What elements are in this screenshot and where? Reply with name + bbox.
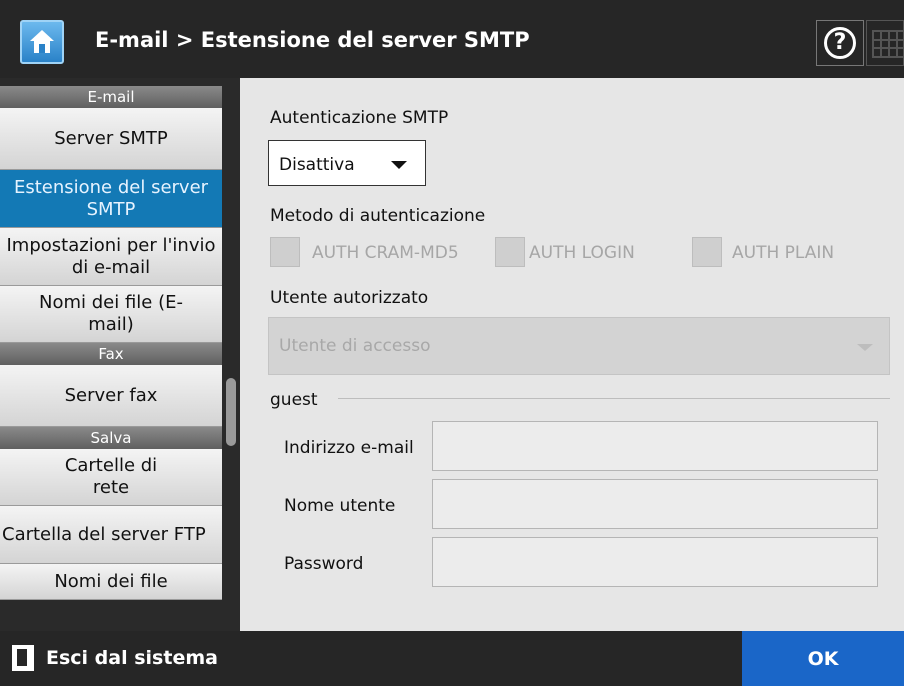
sidebar-item-label: Nomi dei file bbox=[54, 570, 168, 592]
home-button[interactable] bbox=[20, 20, 64, 64]
auth-plain-label: AUTH PLAIN bbox=[732, 243, 835, 263]
auth-cram-md5-label: AUTH CRAM-MD5 bbox=[312, 243, 459, 263]
logout-label: Esci dal sistema bbox=[46, 647, 218, 669]
ok-label: OK bbox=[807, 647, 839, 670]
username-label: Nome utente bbox=[284, 496, 396, 516]
sidebar-item-impostazioni-invio[interactable]: Impostazioni per l'invio di e-mail bbox=[0, 228, 222, 286]
help-button[interactable]: ? bbox=[816, 20, 864, 66]
email-label: Indirizzo e-mail bbox=[284, 438, 414, 458]
password-field[interactable] bbox=[432, 537, 878, 587]
sidebar-item-label: Cartella del server FTP bbox=[2, 523, 206, 545]
header-bar: E-mail > Estensione del server SMTP ? bbox=[0, 0, 904, 78]
ok-button[interactable]: OK bbox=[742, 631, 904, 686]
sidebar-item-cartella-ftp[interactable]: Cartella del server FTP bbox=[0, 506, 222, 564]
footer-bar: Esci dal sistema OK bbox=[0, 631, 904, 686]
sidebar-item-server-smtp[interactable]: Server SMTP bbox=[0, 108, 222, 170]
auth-method-label: Metodo di autenticazione bbox=[270, 206, 486, 226]
checkbox-auth-plain[interactable] bbox=[692, 237, 722, 267]
auth-user-value: Utente di accesso bbox=[279, 336, 431, 356]
sidebar-item-label: Server SMTP bbox=[54, 127, 168, 149]
auth-user-label: Utente autorizzato bbox=[270, 288, 429, 308]
home-icon bbox=[30, 30, 54, 53]
page-title: E-mail > Estensione del server SMTP bbox=[95, 28, 530, 52]
sidebar-item-cartelle-rete[interactable]: Cartelle di rete bbox=[0, 449, 222, 506]
sidebar-list: E-mail Server SMTP Estensione del server… bbox=[0, 86, 222, 600]
divider bbox=[338, 398, 890, 399]
username-field[interactable] bbox=[432, 479, 878, 529]
sidebar-item-label: Cartelle di rete bbox=[64, 455, 158, 498]
chevron-down-icon bbox=[857, 344, 873, 351]
smtp-auth-value: Disattiva bbox=[279, 155, 355, 175]
sidebar-category-email: E-mail bbox=[0, 86, 222, 108]
sidebar-item-nomi-file-email[interactable]: Nomi dei file (E-mail) bbox=[0, 286, 222, 343]
sidebar-category-fax: Fax bbox=[0, 343, 222, 365]
guest-group-label: guest bbox=[270, 390, 318, 410]
keyboard-icon bbox=[872, 30, 903, 58]
sidebar: E-mail Server SMTP Estensione del server… bbox=[0, 78, 240, 631]
settings-panel: Autenticazione SMTP Disattiva Metodo di … bbox=[240, 78, 904, 631]
sidebar-item-label: Estensione del server SMTP bbox=[13, 176, 209, 220]
sidebar-item-nomi-file[interactable]: Nomi dei file bbox=[0, 564, 222, 600]
email-field[interactable] bbox=[432, 421, 878, 471]
auth-user-select[interactable]: Utente di accesso bbox=[268, 317, 890, 375]
smtp-auth-dropdown[interactable]: Disattiva bbox=[268, 140, 426, 186]
checkbox-auth-cram-md5[interactable] bbox=[270, 237, 300, 267]
auth-login-label: AUTH LOGIN bbox=[529, 243, 635, 263]
sidebar-item-label: Server fax bbox=[64, 384, 158, 406]
sidebar-item-server-fax[interactable]: Server fax bbox=[0, 365, 222, 427]
sidebar-scrollbar[interactable] bbox=[226, 378, 236, 446]
checkbox-auth-login[interactable] bbox=[495, 237, 525, 267]
sidebar-item-label: Nomi dei file (E-mail) bbox=[39, 292, 183, 335]
sidebar-item-label: Impostazioni per l'invio di e-mail bbox=[6, 234, 216, 278]
chevron-down-icon bbox=[391, 161, 407, 169]
help-icon: ? bbox=[824, 27, 856, 59]
logout-icon bbox=[12, 645, 34, 671]
smtp-auth-label: Autenticazione SMTP bbox=[270, 108, 449, 128]
logout-button[interactable]: Esci dal sistema bbox=[0, 631, 240, 686]
keyboard-button[interactable] bbox=[866, 20, 904, 66]
sidebar-item-estensione-server-smtp[interactable]: Estensione del server SMTP bbox=[0, 170, 222, 228]
sidebar-category-salva: Salva bbox=[0, 427, 222, 449]
password-label: Password bbox=[284, 554, 364, 574]
